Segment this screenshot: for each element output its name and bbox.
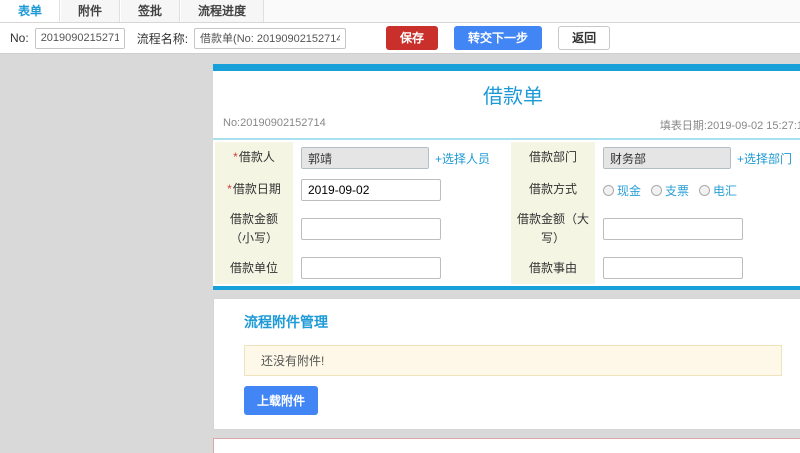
amount-small-field <box>293 206 511 253</box>
doc-number: No:20190902152714 <box>223 117 326 129</box>
select-person-link[interactable]: +选择人员 <box>435 150 490 167</box>
command-bar: No: 流程名称: 保存 转交下一步 返回 <box>0 23 800 54</box>
borrower-label: * 借款人 <box>215 142 293 174</box>
save-button[interactable]: 保存 <box>386 26 439 50</box>
loan-reason-label: 借款事由 <box>511 252 595 285</box>
amount-big-input[interactable] <box>603 218 743 241</box>
department-input[interactable] <box>603 147 731 169</box>
no-input[interactable] <box>34 27 125 49</box>
attachments-panel: 流程附件管理 还没有附件! 上载附件 <box>213 298 800 431</box>
loan-unit-input[interactable] <box>301 257 441 280</box>
approval-panel: 流程签批意见 B I abc ✎ ∞ ∞ ⚑ ≡ ≣ ⇤ ⇥ <box>213 438 800 453</box>
department-field: +选择部门 <box>595 142 800 174</box>
no-label: No: <box>10 31 29 45</box>
radio-option-cash[interactable]: 现金 <box>603 182 641 199</box>
loan-unit-field <box>293 252 511 285</box>
amount-small-label: 借款金额（小写） <box>215 206 293 253</box>
doc-meta-row: No:20190902152714 填表日期:2019-09-02 15:27:… <box>213 114 800 140</box>
required-mark: * <box>233 150 238 165</box>
page-title: 借款单 <box>483 86 543 108</box>
amount-big-label: 借款金额（大写） <box>511 206 595 253</box>
radio-icon <box>699 184 711 196</box>
tab-bar: 表单 附件 签批 流程进度 <box>0 0 800 23</box>
process-name-label: 流程名称: <box>136 31 189 46</box>
amount-small-input[interactable] <box>301 218 441 241</box>
loan-unit-label: 借款单位 <box>215 252 293 285</box>
tab-process-progress[interactable]: 流程进度 <box>180 0 265 22</box>
attachments-header: 流程附件管理 <box>244 314 328 331</box>
amount-big-field <box>595 206 800 253</box>
borrower-field: +选择人员 <box>293 142 511 174</box>
loan-reason-input[interactable] <box>603 257 743 280</box>
department-label: 借款部门 <box>511 142 595 174</box>
radio-icon <box>603 184 614 196</box>
loan-date-field <box>293 174 511 206</box>
tab-approval[interactable]: 签批 <box>120 0 181 22</box>
content-area: 借款单 No:20190902152714 填表日期:2019-09-02 15… <box>0 54 800 453</box>
radio-option-wire[interactable]: 电汇 <box>699 182 737 199</box>
select-department-link[interactable]: +选择部门 <box>737 150 792 167</box>
no-attachments-notice: 还没有附件! <box>244 345 782 377</box>
loan-form-panel: 借款单 No:20190902152714 填表日期:2019-09-02 15… <box>213 64 800 291</box>
transfer-next-button[interactable]: 转交下一步 <box>454 26 543 50</box>
loan-form-grid: * 借款人 +选择人员 借款部门 +选择部门 * 借款日期 <box>213 140 800 286</box>
tab-form[interactable]: 表单 <box>0 0 61 22</box>
borrower-input[interactable] <box>301 147 429 169</box>
radio-icon <box>651 184 663 196</box>
process-name-input[interactable] <box>194 27 347 49</box>
required-mark: * <box>227 182 232 197</box>
radio-option-cheque[interactable]: 支票 <box>651 182 689 199</box>
loan-date-label: * 借款日期 <box>215 174 293 206</box>
loan-method-label: 借款方式 <box>511 174 595 206</box>
fill-date: 填表日期:2019-09-02 15:27:1 <box>659 120 800 132</box>
loan-method-field: 现金 支票 电汇 <box>595 174 800 206</box>
loan-reason-field <box>595 252 800 285</box>
back-button[interactable]: 返回 <box>558 26 611 50</box>
upload-attachment-button[interactable]: 上载附件 <box>244 386 319 416</box>
tab-attachments[interactable]: 附件 <box>60 0 121 22</box>
loan-date-input[interactable] <box>301 179 441 201</box>
